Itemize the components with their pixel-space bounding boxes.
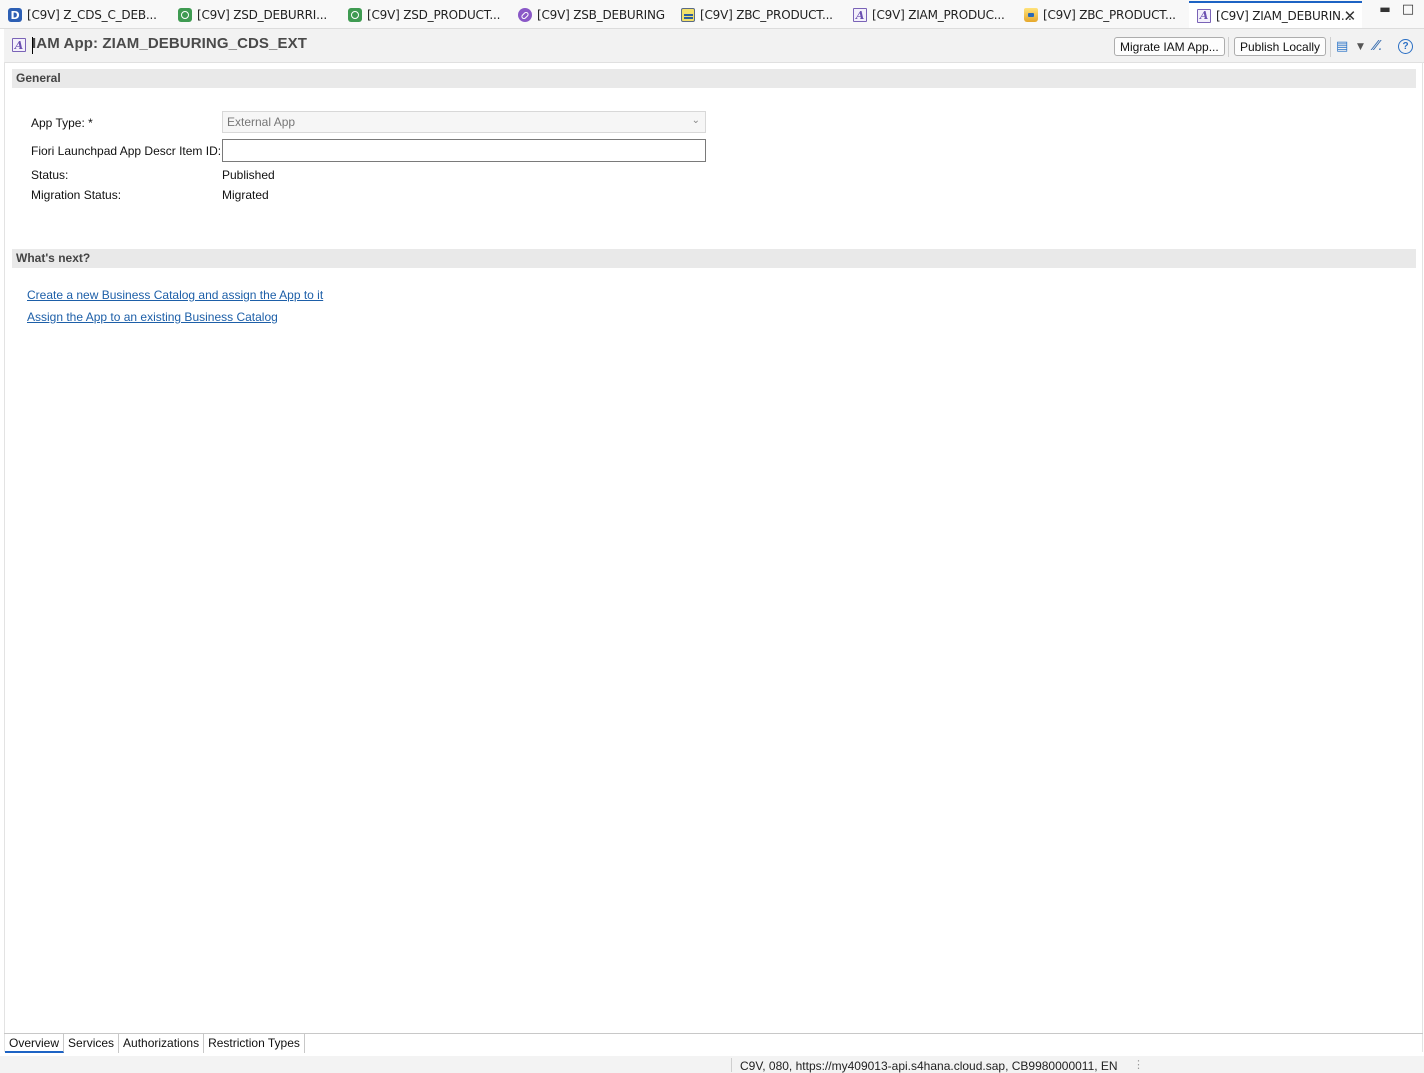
connection-info: C9V, 080, https://my409013-api.s4hana.cl…	[740, 1059, 1118, 1073]
service-definition-icon	[348, 8, 362, 22]
tab-label: [C9V] Z_CDS_C_DEB...	[27, 8, 157, 22]
dropdown-arrow-icon[interactable]: ▼	[1357, 42, 1364, 52]
page-tabs: Overview Services Authorizations Restric…	[5, 1034, 305, 1054]
text-caret	[32, 37, 33, 54]
service-binding-icon	[518, 8, 532, 22]
tab-label: [C9V] ZIAM_DEBURIN...	[1216, 8, 1352, 23]
editor-tab-2[interactable]: [C9V] ZSD_DEBURRI...	[170, 3, 340, 27]
ddl-source-icon: D	[8, 8, 22, 22]
app-type-label: App Type: *	[31, 116, 93, 130]
tab-label: [C9V] ZSD_PRODUCT...	[367, 8, 501, 22]
tab-label: [C9V] ZBC_PRODUCT...	[1043, 8, 1176, 22]
app-type-value: External App	[227, 115, 296, 129]
migration-status-label: Migration Status:	[31, 188, 122, 202]
editor-tab-bar: D [C9V] Z_CDS_C_DEB... [C9V] ZSD_DEBURRI…	[0, 0, 1424, 29]
service-definition-icon	[178, 8, 192, 22]
close-icon[interactable]: ✕	[1344, 7, 1357, 25]
editor-tab-6[interactable]: A [C9V] ZIAM_PRODUC...	[845, 3, 1016, 27]
migrate-iam-app-button[interactable]: Migrate IAM App...	[1114, 37, 1225, 56]
status-value: Published	[222, 168, 275, 182]
editor-tab-5[interactable]: [C9V] ZBC_PRODUCT...	[673, 3, 845, 27]
tab-services[interactable]: Services	[64, 1034, 120, 1053]
maximize-icon[interactable]: □	[1401, 2, 1415, 17]
migration-status-value: Migrated	[222, 188, 269, 202]
grip-handle-icon[interactable]: ⋮	[1133, 1058, 1144, 1071]
tab-label: [C9V] ZBC_PRODUCT...	[700, 8, 833, 22]
tab-restriction-types[interactable]: Restriction Types	[204, 1034, 305, 1053]
fiori-id-input[interactable]	[222, 139, 706, 162]
toolbar-separator	[1330, 37, 1331, 57]
open-in-browser-icon[interactable]: ▤	[1336, 39, 1348, 54]
editor-frame-left	[4, 62, 5, 1052]
editor-header: A IAM App: ZIAM_DEBURING_CDS_EXT Migrate…	[4, 29, 1424, 63]
assign-business-catalog-link[interactable]: Assign the App to an existing Business C…	[27, 310, 278, 324]
chevron-down-icon: ⌄	[691, 115, 700, 126]
status-bar: C9V, 080, https://my409013-api.s4hana.cl…	[0, 1056, 1424, 1073]
editor-tab-8-active[interactable]: A [C9V] ZIAM_DEBURIN... ✕	[1189, 1, 1362, 28]
app-type-select[interactable]: External App ⌄	[222, 111, 706, 133]
section-general-title[interactable]: General	[12, 69, 1416, 88]
editor-tab-3[interactable]: [C9V] ZSD_PRODUCT...	[340, 3, 510, 27]
tab-overview[interactable]: Overview	[5, 1034, 65, 1053]
editor-tab-1[interactable]: D [C9V] Z_CDS_C_DEB...	[0, 3, 168, 27]
section-whats-next-title[interactable]: What's next?	[12, 249, 1416, 268]
iam-app-icon: A	[853, 8, 867, 22]
tab-label: [C9V] ZIAM_PRODUC...	[872, 8, 1005, 22]
tab-label: [C9V] ZSD_DEBURRI...	[197, 8, 327, 22]
page-title: IAM App: ZIAM_DEBURING_CDS_EXT	[32, 35, 307, 52]
business-catalog-icon	[681, 8, 695, 22]
tab-authorizations[interactable]: Authorizations	[119, 1034, 205, 1053]
editor-frame-right	[1422, 62, 1423, 1052]
help-icon[interactable]: ?	[1398, 39, 1413, 54]
link-with-editor-icon[interactable]: ⁄⁄.	[1374, 39, 1382, 54]
create-business-catalog-link[interactable]: Create a new Business Catalog and assign…	[27, 288, 323, 302]
business-role-icon	[1024, 8, 1038, 22]
fiori-id-label: Fiori Launchpad App Descr Item ID:	[31, 144, 222, 158]
toolbar-separator	[1228, 37, 1229, 57]
publish-locally-button[interactable]: Publish Locally	[1234, 37, 1327, 56]
tab-label: [C9V] ZSB_DEBURING	[537, 8, 665, 22]
iam-app-icon: A	[12, 38, 26, 52]
minimize-icon[interactable]: ▬	[1378, 2, 1392, 16]
status-separator	[731, 1058, 732, 1072]
editor-tab-4[interactable]: [C9V] ZSB_DEBURING	[510, 3, 673, 27]
status-label: Status:	[31, 168, 69, 182]
editor-tab-7[interactable]: [C9V] ZBC_PRODUCT...	[1016, 3, 1188, 27]
iam-app-icon: A	[1197, 8, 1211, 23]
